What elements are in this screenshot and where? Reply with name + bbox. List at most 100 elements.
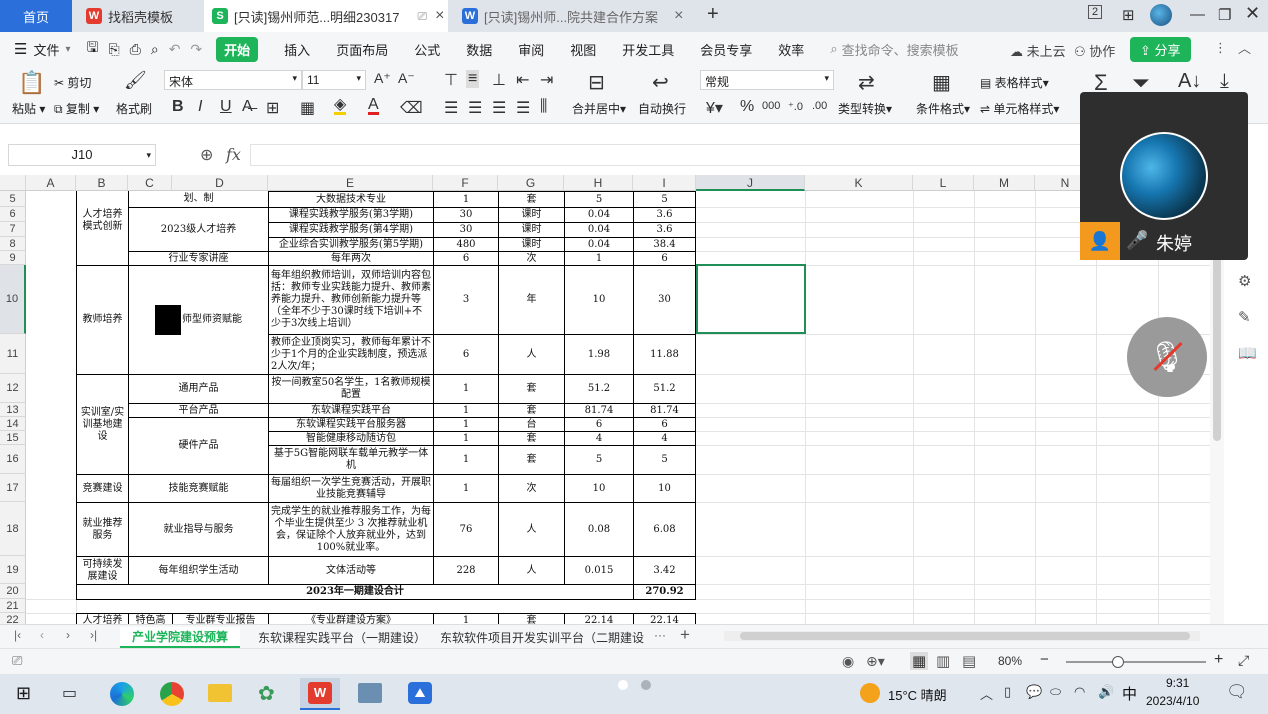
zoom-out-icon[interactable]: − [1040, 651, 1049, 668]
new-tab-button[interactable]: + [707, 3, 719, 26]
col-header[interactable]: C [128, 175, 172, 191]
selected-cell-j10[interactable] [696, 264, 806, 334]
currency-icon[interactable]: ¥▾ [706, 98, 723, 118]
command-search-input[interactable]: 查找命令、搜索模板 [842, 40, 959, 59]
border-icon[interactable]: ⊞ [266, 98, 279, 118]
table-cell[interactable]: 课时 [498, 207, 565, 223]
settings-app-icon[interactable]: ✿ [258, 681, 275, 706]
eye-protect-icon[interactable]: ◉ [842, 653, 854, 670]
clock-date[interactable]: 2023/4/10 [1146, 694, 1199, 708]
table-cell[interactable]: 38.4 [633, 237, 696, 252]
user-avatar[interactable] [1150, 4, 1172, 26]
name-box[interactable]: J10 ▾ [8, 144, 156, 166]
restore-icon[interactable]: ❐ [1218, 6, 1231, 24]
table-cell[interactable]: 特色高 [128, 613, 173, 624]
table-cell[interactable]: 30 [433, 222, 499, 238]
row-header[interactable]: 19 [0, 556, 26, 584]
zoom-slider[interactable] [1066, 656, 1206, 668]
menu-data[interactable]: 数据 [466, 40, 492, 59]
col-header[interactable]: D [172, 175, 268, 191]
side-book-icon[interactable]: 📖 [1238, 344, 1257, 362]
table-cell[interactable]: 3.6 [633, 222, 696, 238]
notification-icon[interactable]: 🗨 [1226, 682, 1248, 702]
zoom-level[interactable]: 80% [998, 654, 1022, 668]
strikethrough-icon[interactable]: A̶ [242, 98, 253, 116]
table-cell[interactable]: 划、制 [128, 191, 269, 208]
table-cell[interactable]: 1 [433, 431, 499, 446]
table-cell[interactable]: 大数据技术专业 [268, 191, 434, 208]
last-sheet-icon[interactable]: ›| [90, 628, 97, 642]
collapse-ribbon-icon[interactable]: ︿ [1238, 38, 1251, 57]
table-cell[interactable]: 3.42 [633, 556, 696, 585]
table-cell[interactable]: 课时 [498, 222, 565, 238]
indent-decrease-icon[interactable]: ⇤ [516, 70, 529, 90]
table-cell[interactable]: 课时 [498, 237, 565, 252]
col-header[interactable]: G [498, 175, 564, 191]
table-cell[interactable]: 课程实践教学服务(第3学期) [268, 207, 434, 223]
row-header[interactable]: 14 [0, 417, 26, 431]
eraser-icon[interactable]: ⌫ [400, 98, 423, 118]
table-cell[interactable]: 1 [433, 445, 499, 475]
table-cell[interactable]: 51.2 [564, 374, 634, 404]
thousands-icon[interactable]: 000 [762, 100, 780, 112]
table-cell[interactable]: 6 [433, 251, 499, 266]
table-cell[interactable]: 228 [433, 556, 499, 585]
font-name-select[interactable]: 宋体 ▾ [164, 70, 302, 90]
table-cell[interactable]: 教师培养 [76, 265, 129, 375]
col-header[interactable]: I [633, 175, 696, 191]
table-cell[interactable]: 每届组织一次学生竞赛活动，开展职业技能竞赛辅导 [268, 474, 434, 503]
page-dot[interactable] [641, 680, 651, 690]
table-cell[interactable]: 6.08 [633, 502, 696, 557]
apps-grid-icon[interactable]: ⊞ [1122, 6, 1135, 24]
network-icon[interactable]: ◠ [1074, 684, 1085, 700]
cell-style-button[interactable]: ⇌ 单元格样式▾ [980, 100, 1059, 117]
chevron-down-icon[interactable]: ▾ [65, 44, 70, 55]
row-header[interactable]: 9 [0, 251, 26, 265]
row-header[interactable]: 17 [0, 474, 26, 502]
fullscreen-icon[interactable]: ⤢ [1238, 652, 1249, 669]
tray-chevron-icon[interactable]: ︿ [980, 684, 993, 703]
conditional-format-icon[interactable]: ▦ [932, 70, 951, 95]
share-button[interactable]: ⇪ 分享 [1130, 37, 1191, 62]
table-cell[interactable]: 3 [433, 265, 499, 335]
col-header[interactable]: H [564, 175, 633, 191]
table-cell[interactable]: 套 [498, 431, 565, 446]
row-header[interactable]: 7 [0, 222, 26, 237]
wechat-icon[interactable]: 💬 [1026, 684, 1042, 700]
zoom-icon[interactable]: ⊕ [200, 145, 213, 165]
table-cell[interactable]: 东软课程实践平台 [268, 403, 434, 418]
table-cell[interactable]: 完成学生的就业推荐服务工作，为每个毕业生提供至少 3 次推荐就业机会，保证除个人… [268, 502, 434, 557]
table-cell[interactable]: 技能竞赛赋能 [128, 474, 269, 503]
wrap-icon[interactable]: ↩ [652, 70, 669, 95]
merge-center-button[interactable]: 合并居中▾ [572, 100, 626, 117]
table-cell[interactable]: 4 [564, 431, 634, 446]
table-cell[interactable]: 企业综合实训教学服务(第5学期) [268, 237, 434, 252]
menu-member[interactable]: 会员专享 [700, 40, 752, 59]
save-icon[interactable]: 🖫 [87, 37, 99, 61]
menu-start[interactable]: 开始 [216, 36, 259, 62]
table-cell[interactable]: 30 [633, 265, 696, 335]
table-cell[interactable]: 5 [633, 445, 696, 475]
row-header[interactable]: 20 [0, 584, 26, 599]
col-header[interactable]: F [433, 175, 498, 191]
tray-device-icon[interactable]: ▯ [1004, 684, 1011, 700]
tray-app-icon[interactable]: ⬭ [1050, 684, 1061, 700]
table-cell[interactable]: 可持续发展建设 [76, 556, 129, 585]
edge-icon[interactable] [110, 682, 134, 706]
redo-icon[interactable]: ↷ [190, 41, 202, 58]
italic-icon[interactable]: I [198, 98, 202, 116]
table-cell[interactable]: 每年组织教师培训，双师培训内容包括：教师专业实践能力提升、教师素养能力提升、教师… [268, 265, 434, 335]
ime-indicator[interactable]: 中 [1122, 683, 1137, 704]
row-header[interactable]: 11 [0, 334, 26, 374]
font-size-select[interactable]: 11 ▾ [302, 70, 366, 90]
menu-view[interactable]: 视图 [570, 40, 596, 59]
macro-icon[interactable]: ⎚ [12, 653, 22, 669]
table-cell[interactable]: 套 [498, 613, 565, 624]
hamburger-icon[interactable]: ☰ [14, 40, 27, 58]
print-icon[interactable]: ⎙ [130, 41, 141, 58]
next-sheet-icon[interactable]: › [66, 628, 70, 642]
more-icon[interactable]: ⋮ [1214, 40, 1227, 56]
table-cell[interactable]: 人 [498, 334, 565, 375]
table-cell[interactable]: 按一间教室50名学生，1名教师规模配置 [268, 374, 434, 404]
table-cell[interactable]: 实训室/实训基地建设 [76, 374, 129, 475]
